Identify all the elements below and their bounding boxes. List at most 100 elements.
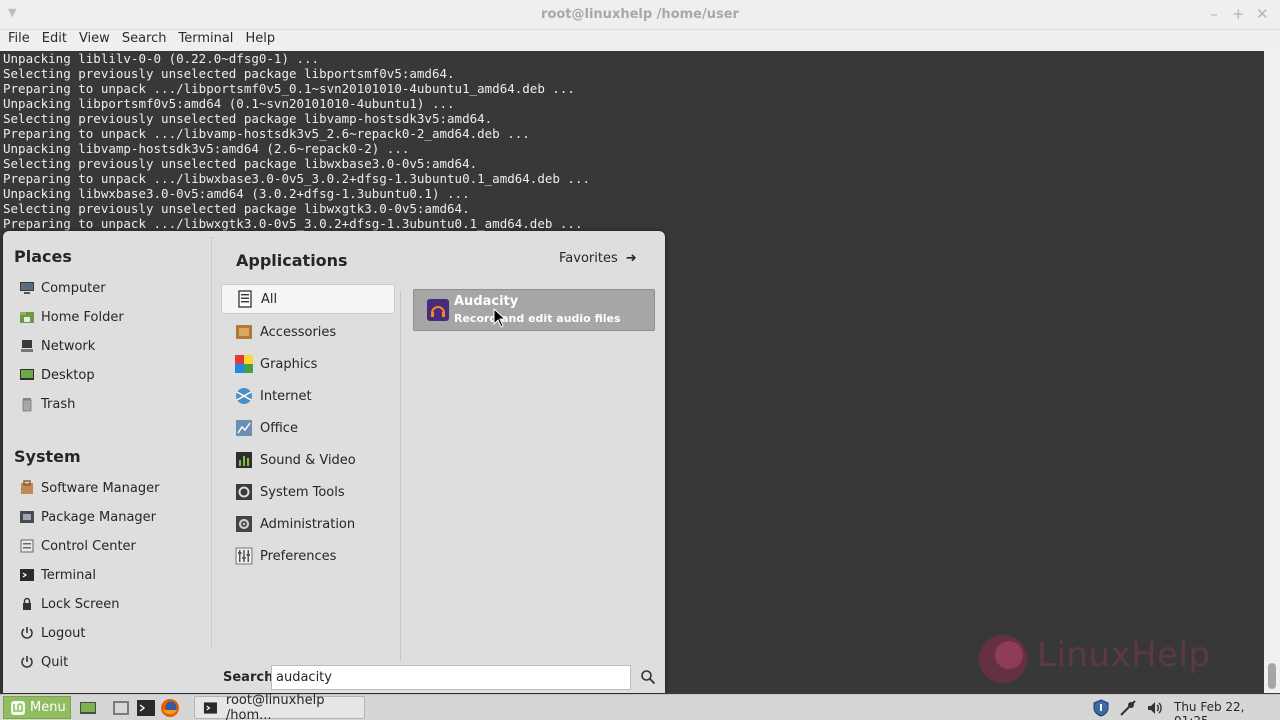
category-preferences[interactable]: Preferences (221, 541, 395, 571)
place-label: Computer (41, 280, 106, 296)
shield-icon[interactable] (1092, 699, 1110, 717)
app-name: Audacity (454, 294, 519, 309)
places-column: Places Computer Home Folder Network Desk… (3, 231, 211, 693)
system-terminal[interactable]: Terminal (19, 564, 96, 586)
terminal-line: Preparing to unpack .../libwxbase3.0-0v5… (3, 171, 590, 186)
system-software-manager[interactable]: Software Manager (19, 477, 159, 499)
menu-view[interactable]: View (73, 30, 116, 51)
internet-icon (236, 388, 252, 404)
place-label: Home Folder (41, 309, 124, 325)
system-label: Software Manager (41, 480, 160, 496)
place-network[interactable]: Network (19, 335, 95, 357)
column-divider (211, 237, 212, 647)
terminal-line: Selecting previously unselected package … (3, 156, 478, 171)
accessories-icon (236, 325, 252, 339)
favorites-button[interactable]: Favorites ➜ (559, 251, 637, 266)
system-control-center[interactable]: Control Center (19, 535, 136, 557)
category-system-tools[interactable]: System Tools (221, 477, 395, 507)
menu-terminal[interactable]: Terminal (172, 30, 239, 51)
software-manager-icon (21, 480, 33, 494)
watermark-text: LinuxHelp (1037, 635, 1211, 675)
system-heading: System (14, 447, 81, 466)
category-sound-video[interactable]: Sound & Video (221, 445, 395, 475)
system-label: Terminal (41, 567, 96, 583)
terminal-line: Selecting previously unselected package … (3, 201, 470, 216)
taskbar-terminal-window[interactable]: root@linuxhelp /hom... (194, 693, 365, 720)
window-controls: – + ✕ (1208, 5, 1268, 23)
menu-button[interactable]: Menu (3, 696, 71, 719)
terminal-line: Selecting previously unselected package … (3, 66, 455, 81)
menu-search[interactable]: Search (116, 30, 173, 51)
administration-icon (236, 516, 252, 532)
system-label: Package Manager (41, 509, 157, 525)
terminal-line: Unpacking libwxbase3.0-0v5:amd64 (3.0.2+… (3, 186, 470, 201)
window-title: root@linuxhelp /home/user (541, 7, 739, 22)
terminal-line: Preparing to unpack .../libwxgtk3.0-0v5_… (3, 216, 583, 231)
trash-icon (22, 398, 32, 412)
search-icon[interactable] (640, 669, 656, 685)
category-label: Graphics (260, 356, 318, 372)
category-accessories[interactable]: Accessories (221, 317, 395, 347)
menu-file[interactable]: File (2, 30, 36, 51)
terminal-icon (20, 569, 34, 581)
package-manager-icon (20, 511, 34, 523)
system-package-manager[interactable]: Package Manager (19, 506, 156, 528)
place-label: Network (41, 338, 96, 354)
places-heading: Places (14, 247, 72, 266)
firefox-icon[interactable] (160, 698, 180, 718)
linuxhelp-logo-icon (979, 635, 1027, 683)
system-lock-screen[interactable]: Lock Screen (19, 593, 119, 615)
home-folder-icon (20, 312, 34, 323)
menu-edit[interactable]: Edit (36, 30, 73, 51)
graphics-icon (235, 355, 253, 373)
clock[interactable]: Thu Feb 22, 01:25 (1174, 700, 1280, 720)
system-logout[interactable]: Logout (19, 622, 86, 644)
power-icon (21, 656, 33, 668)
app-description: Record and edit audio files (454, 312, 621, 325)
mint-logo-icon (11, 700, 25, 715)
network-icon (21, 340, 33, 352)
menu-help[interactable]: Help (239, 30, 281, 51)
category-label: Accessories (260, 324, 337, 340)
search-input[interactable] (271, 665, 631, 690)
terminal-launcher-icon[interactable] (136, 698, 156, 718)
place-desktop[interactable]: Desktop (19, 364, 95, 386)
category-label: Administration (260, 516, 356, 532)
category-label: All (261, 291, 278, 307)
preferences-icon (235, 547, 253, 565)
favorites-label: Favorites (559, 251, 618, 266)
category-internet[interactable]: Internet (221, 381, 395, 411)
bottom-panel: Menu root@linuxhelp /hom... Thu Feb 22, … (0, 693, 1280, 720)
place-home-folder[interactable]: Home Folder (19, 306, 124, 328)
category-graphics[interactable]: Graphics (221, 349, 395, 379)
arrow-right-icon: ➜ (625, 251, 637, 266)
close-icon[interactable]: ✕ (1256, 5, 1269, 23)
terminal-scrollbar[interactable] (1264, 51, 1280, 693)
app-result-audacity[interactable]: Audacity Record and edit audio files (413, 289, 655, 331)
minimize-icon[interactable]: – (1208, 5, 1220, 23)
terminal-line: Unpacking libportsmf0v5:amd64 (0.1~svn20… (3, 96, 455, 111)
maximize-icon[interactable]: + (1232, 5, 1245, 23)
category-administration[interactable]: Administration (221, 509, 395, 539)
file-manager-icon[interactable] (111, 698, 131, 718)
audacity-icon (427, 299, 449, 321)
applications-heading: Applications (236, 251, 348, 270)
terminal-line: Preparing to unpack .../libportsmf0v5_0.… (3, 81, 575, 96)
linuxhelp-watermark: LinuxHelp (975, 625, 1235, 695)
scrollbar-thumb[interactable] (1268, 663, 1276, 689)
column-divider (400, 291, 401, 661)
volume-icon[interactable] (1146, 699, 1164, 717)
terminal-icon (203, 701, 217, 714)
system-label: Logout (41, 625, 86, 641)
network-status-icon[interactable] (1119, 699, 1137, 717)
logout-icon (21, 627, 33, 639)
category-label: System Tools (260, 484, 345, 500)
category-office[interactable]: Office (221, 413, 395, 443)
system-quit[interactable]: Quit (19, 651, 68, 673)
category-all[interactable]: All (221, 284, 395, 314)
place-computer[interactable]: Computer (19, 277, 106, 299)
show-desktop-icon[interactable] (78, 698, 98, 718)
lock-icon (23, 597, 31, 610)
place-trash[interactable]: Trash (19, 393, 75, 415)
terminal-line: Preparing to unpack .../libvamp-hostsdk3… (3, 126, 530, 141)
